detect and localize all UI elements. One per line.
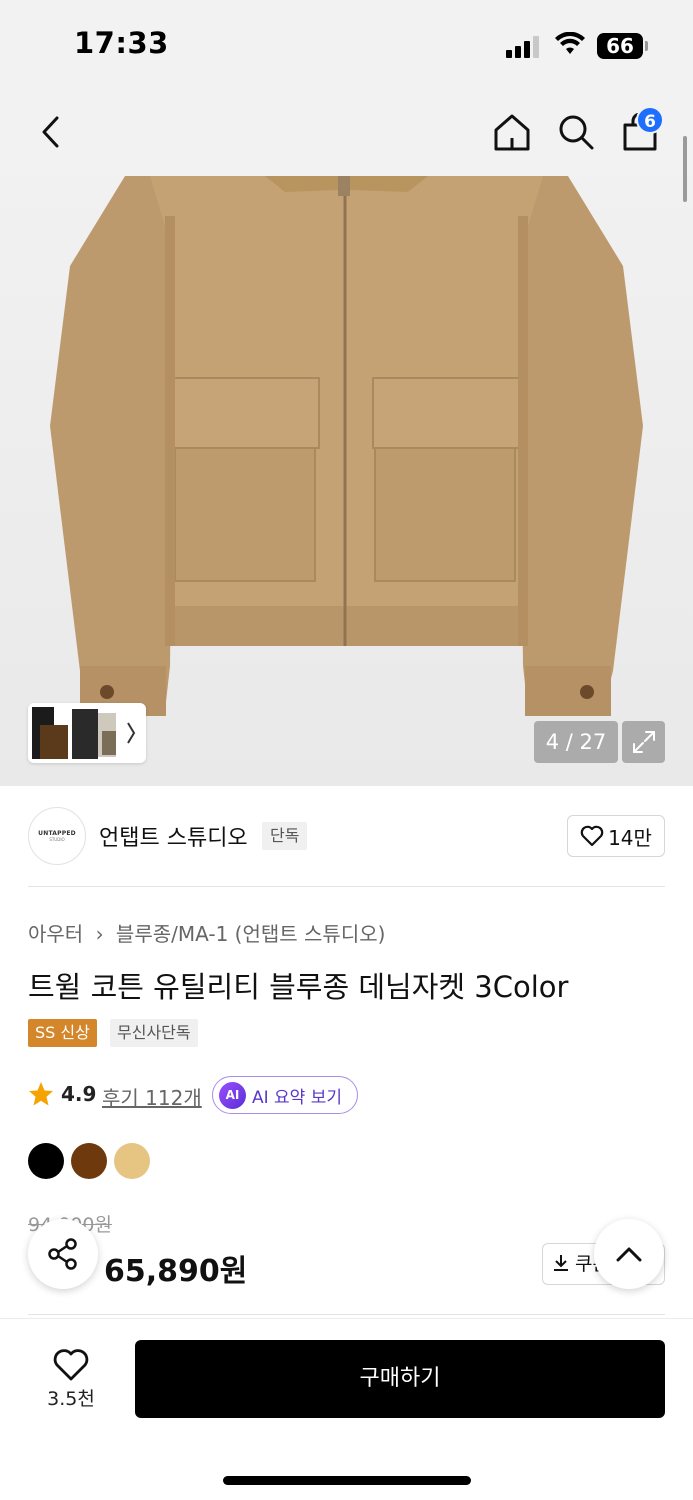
buy-button[interactable]: 구매하기 <box>135 1340 665 1418</box>
brand-logo-text: UNTAPPED <box>38 830 76 837</box>
cart-count-badge: 6 <box>636 106 664 134</box>
exclusive-tag: 무신사단독 <box>110 1019 198 1047</box>
like-count: 3.5천 <box>47 1387 95 1410</box>
scroll-indicator[interactable] <box>683 136 687 202</box>
status-time: 17:33 <box>74 26 169 60</box>
wifi-icon <box>555 32 585 54</box>
home-button[interactable] <box>490 88 534 176</box>
rating-value: 4.9 <box>61 1082 97 1106</box>
scroll-top-button[interactable] <box>594 1219 664 1289</box>
color-swatch-brown[interactable] <box>71 1143 107 1179</box>
battery-icon: 66 <box>597 33 643 59</box>
new-season-tag: SS 신상 <box>28 1019 97 1047</box>
thumbnail-image <box>32 707 136 759</box>
divider <box>28 886 665 887</box>
expand-icon <box>632 731 655 753</box>
status-bar: 17:33 66 <box>0 0 693 88</box>
jacket-image <box>50 176 643 716</box>
like-button[interactable]: 3.5천 <box>28 1340 114 1418</box>
nav-bar <box>0 88 693 176</box>
heart-icon <box>580 825 604 847</box>
brand-like-button[interactable]: 14만 <box>567 815 665 857</box>
home-icon <box>494 114 530 151</box>
back-button[interactable] <box>28 88 72 176</box>
battery-tip <box>645 41 648 51</box>
breadcrumb-item[interactable]: 블루종/MA-1 (언탭트 스튜디오) <box>116 922 386 946</box>
image-counter: 4 / 27 <box>534 721 618 763</box>
chevron-right-icon <box>127 722 136 744</box>
star-icon <box>29 1082 53 1106</box>
chevron-up-icon <box>616 1247 642 1262</box>
ai-icon: AI <box>219 1081 246 1109</box>
section-divider <box>28 1314 665 1315</box>
signal-icon <box>506 34 542 58</box>
brand-logo-sub: STUDIO <box>49 837 65 842</box>
brand-name[interactable]: 언탭트 스튜디오 <box>99 820 248 852</box>
breadcrumb-item[interactable]: 아우터 <box>28 922 83 946</box>
heart-icon <box>53 1348 89 1380</box>
product-image[interactable] <box>0 176 693 786</box>
download-icon <box>554 1255 568 1271</box>
breadcrumb-separator: › <box>95 922 104 946</box>
review-link[interactable]: 후기 112개 <box>102 1082 202 1111</box>
other-colors-thumbnail[interactable] <box>28 703 146 763</box>
brand-exclusive-tag: 단독 <box>262 822 308 850</box>
brand-like-count: 14만 <box>608 825 652 850</box>
back-icon <box>42 116 59 148</box>
breadcrumb: 아우터 › 블루종/MA-1 (언탭트 스튜디오) <box>28 918 385 947</box>
ai-summary-button[interactable]: AI AI 요약 보기 <box>212 1076 358 1114</box>
share-button[interactable] <box>28 1219 98 1289</box>
expand-button[interactable] <box>622 721 665 763</box>
brand-logo[interactable]: UNTAPPED STUDIO <box>28 807 86 865</box>
color-swatch-black[interactable] <box>28 1143 64 1179</box>
search-icon <box>559 115 594 150</box>
search-button[interactable] <box>554 88 598 176</box>
product-title: 트윌 코튼 유틸리티 블루종 데님자켓 3Color <box>28 970 569 1004</box>
color-swatch-beige[interactable] <box>114 1143 150 1179</box>
share-icon <box>48 1238 77 1270</box>
home-indicator[interactable] <box>223 1476 471 1485</box>
ai-summary-label: AI 요약 보기 <box>252 1087 343 1108</box>
sale-price: 65,890원 <box>104 1254 248 1289</box>
